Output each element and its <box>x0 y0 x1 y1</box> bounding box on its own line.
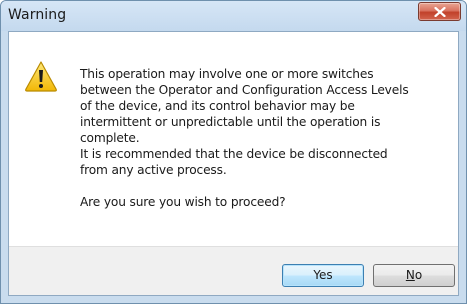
message-line: complete. <box>80 131 140 145</box>
warning-dialog: Warning This operation may involve one o… <box>0 0 467 304</box>
yes-button[interactable]: Yes <box>282 264 364 287</box>
message-line: This operation may involve one or more s… <box>80 67 374 81</box>
yes-button-label: Yes <box>313 268 333 282</box>
button-bar: Yes No <box>9 246 458 295</box>
message-line: between the Operator and Configuration A… <box>80 83 409 97</box>
message-line: It is recommended that the device be dis… <box>80 147 388 161</box>
message-text: This operation may involve one or more s… <box>80 66 450 210</box>
message-line: of the device, and its control behavior … <box>80 99 355 113</box>
message-line: from any active process. <box>80 163 227 177</box>
window-title: Warning <box>8 7 67 23</box>
no-button[interactable]: No <box>373 264 455 287</box>
message-line: intermittent or unpredictable until the … <box>80 115 381 129</box>
close-icon <box>434 7 446 17</box>
dialog-content: This operation may involve one or more s… <box>8 31 459 296</box>
no-button-mnemonic: N <box>405 268 415 282</box>
warning-triangle-icon <box>25 61 57 92</box>
confirmation-question: Are you sure you wish to proceed? <box>80 195 286 209</box>
no-button-label: o <box>414 268 423 282</box>
close-button[interactable] <box>418 2 461 21</box>
title-bar[interactable]: Warning <box>1 1 466 31</box>
